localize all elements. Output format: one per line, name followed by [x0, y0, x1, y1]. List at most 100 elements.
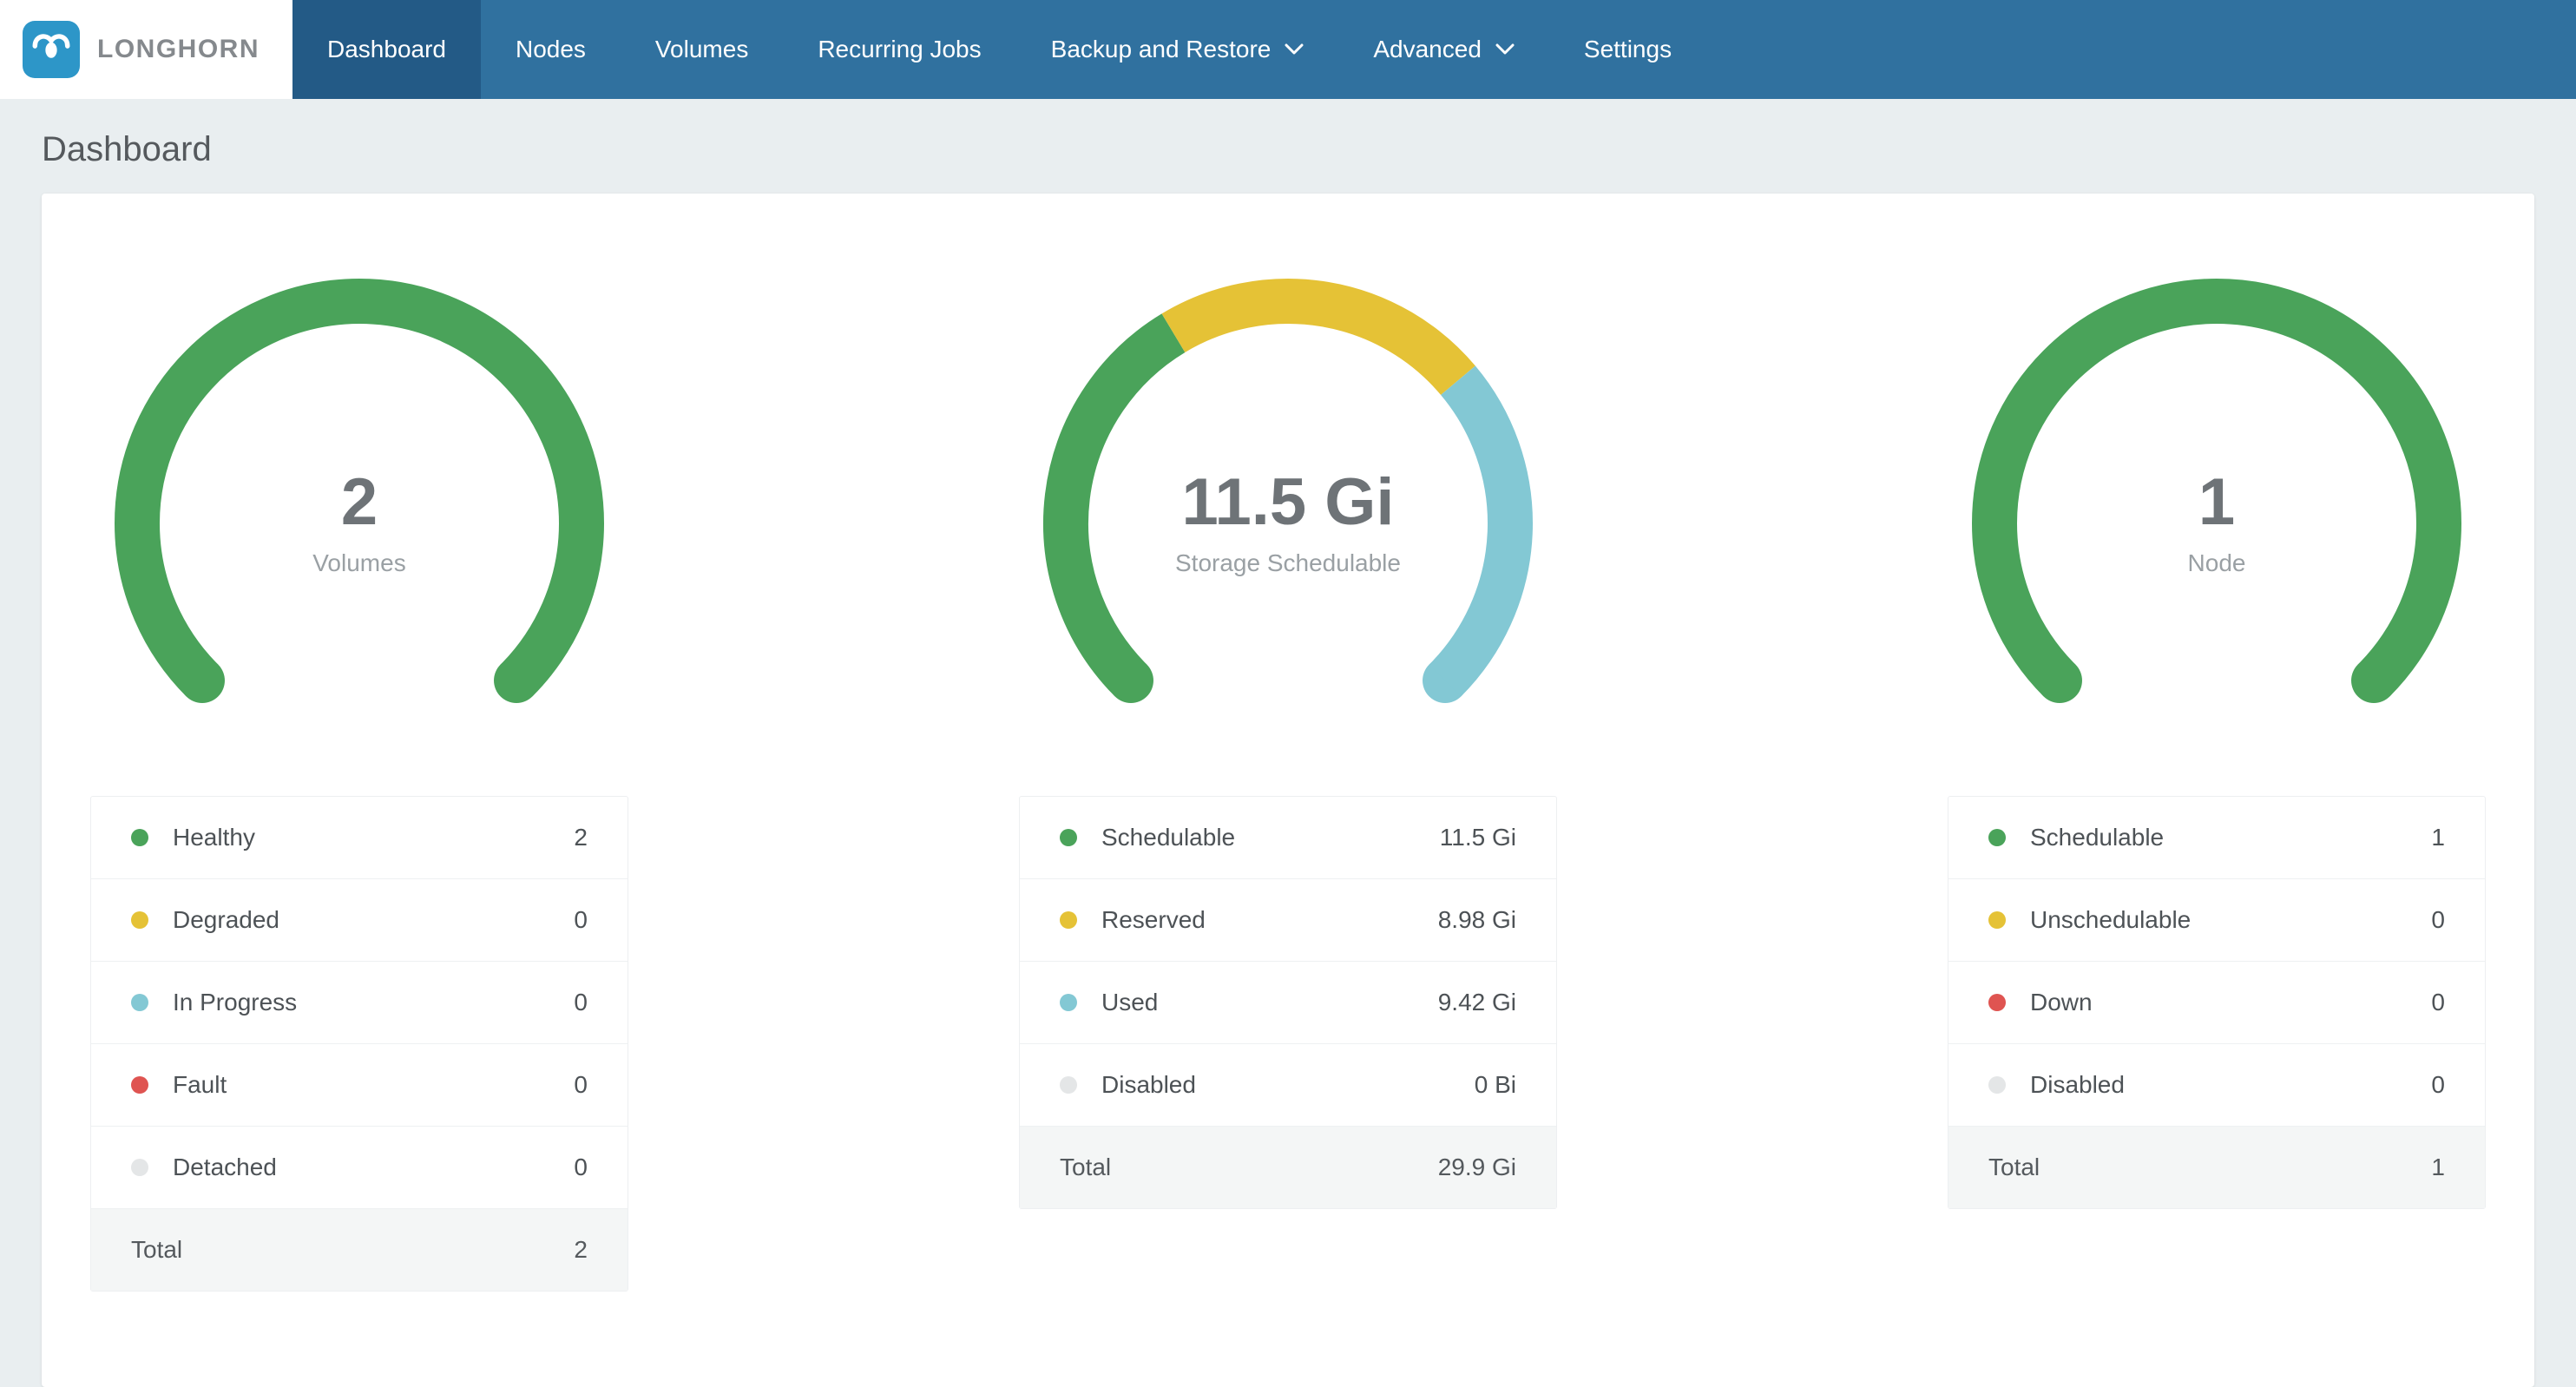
brand-name: LONGHORN [97, 35, 260, 64]
legend-table: Schedulable 1 Unschedulable 0 Down 0 Dis… [1948, 796, 2486, 1209]
chevron-down-icon [1285, 43, 1304, 56]
legend-row: Detached 0 [91, 1127, 628, 1209]
legend-row: Fault 0 [91, 1044, 628, 1127]
page-body: Dashboard 2 Volumes Healthy 2 Degraded 0… [0, 99, 2576, 1387]
nav-item-advanced[interactable]: Advanced [1338, 0, 1549, 99]
legend-row: In Progress 0 [91, 962, 628, 1044]
legend-row-label: Down [2030, 989, 2093, 1016]
legend-table: Healthy 2 Degraded 0 In Progress 0 Fault… [90, 796, 628, 1292]
legend-total-value: 1 [2431, 1154, 2445, 1181]
legend-row-value: 8.98 Gi [1438, 906, 1516, 934]
legend-dot-icon [1988, 994, 2006, 1011]
legend-row-value: 2 [574, 824, 588, 851]
legend-row-label: In Progress [173, 989, 297, 1016]
legend-total-label: Total [131, 1236, 182, 1264]
legend-total-row: Total 1 [1948, 1127, 2485, 1208]
legend-dot-icon [131, 1076, 148, 1094]
legend-dot-icon [131, 829, 148, 846]
legend-dot-icon [1988, 829, 2006, 846]
legend-total-row: Total 29.9 Gi [1020, 1127, 1556, 1208]
legend-row: Disabled 0 [1948, 1044, 2485, 1127]
legend-dot-icon [1060, 1076, 1077, 1094]
legend-row-value: 0 [2431, 906, 2445, 934]
legend-row-value: 0 Bi [1475, 1071, 1516, 1099]
legend-row: Degraded 0 [91, 879, 628, 962]
legend-row: Unschedulable 0 [1948, 879, 2485, 962]
legend-dot-icon [131, 1159, 148, 1176]
nav-item-volumes[interactable]: Volumes [621, 0, 783, 99]
legend-dot-icon [1060, 994, 1077, 1011]
legend-rows: Healthy 2 Degraded 0 In Progress 0 Fault… [91, 797, 628, 1209]
gauge-panel-storage: 11.5 Gi Storage Schedulable Schedulable … [1019, 263, 1557, 1292]
legend-row: Schedulable 1 [1948, 797, 2485, 879]
nav-item-label: Advanced [1373, 36, 1482, 63]
nav-item-label: Settings [1584, 36, 1672, 63]
legend-total-label: Total [1988, 1154, 2040, 1181]
legend-row-label: Fault [173, 1071, 227, 1099]
dashboard-card: 2 Volumes Healthy 2 Degraded 0 In Progre… [42, 194, 2534, 1387]
nav-item-label: Backup and Restore [1051, 36, 1272, 63]
legend-row-label: Disabled [2030, 1071, 2125, 1099]
nav-item-label: Volumes [655, 36, 748, 63]
legend-row-label: Detached [173, 1154, 277, 1181]
legend-row: Used 9.42 Gi [1020, 962, 1556, 1044]
legend-row-value: 0 [574, 1071, 588, 1099]
legend-row: Healthy 2 [91, 797, 628, 879]
longhorn-app: LONGHORN Dashboard Nodes Volumes Recurri… [0, 0, 2576, 1387]
gauge-wrap: 11.5 Gi Storage Schedulable [1028, 263, 1548, 784]
nav-item-recurring-jobs[interactable]: Recurring Jobs [783, 0, 1015, 99]
gauge-chart [1956, 263, 2477, 784]
longhorn-logo-icon [23, 21, 80, 78]
nav-item-label: Recurring Jobs [818, 36, 981, 63]
brand[interactable]: LONGHORN [0, 0, 292, 99]
legend-row: Reserved 8.98 Gi [1020, 879, 1556, 962]
legend-row-label: Disabled [1101, 1071, 1196, 1099]
legend-total-label: Total [1060, 1154, 1111, 1181]
legend-row: Disabled 0 Bi [1020, 1044, 1556, 1127]
legend-total-value: 29.9 Gi [1438, 1154, 1516, 1181]
legend-dot-icon [1060, 829, 1077, 846]
nav-item-nodes[interactable]: Nodes [481, 0, 621, 99]
legend-row: Schedulable 11.5 Gi [1020, 797, 1556, 879]
legend-row-value: 0 [2431, 989, 2445, 1016]
gauge-wrap: 1 Node [1956, 263, 2477, 784]
legend-row-value: 1 [2431, 824, 2445, 851]
legend-total-row: Total 2 [91, 1209, 628, 1291]
page-title: Dashboard [0, 99, 2576, 194]
legend-row-label: Schedulable [1101, 824, 1235, 851]
top-navbar: LONGHORN Dashboard Nodes Volumes Recurri… [0, 0, 2576, 99]
nav-item-label: Dashboard [327, 36, 446, 63]
gauge-chart [1028, 263, 1548, 784]
legend-row-value: 0 [2431, 1071, 2445, 1099]
legend-dot-icon [1988, 911, 2006, 929]
nav-item-settings[interactable]: Settings [1549, 0, 1706, 99]
legend-rows: Schedulable 11.5 Gi Reserved 8.98 Gi Use… [1020, 797, 1556, 1127]
legend-row-label: Unschedulable [2030, 906, 2191, 934]
nav-item-label: Nodes [516, 36, 586, 63]
main-nav: Dashboard Nodes Volumes Recurring Jobs B [292, 0, 1706, 99]
legend-row-value: 0 [574, 989, 588, 1016]
legend-row: Down 0 [1948, 962, 2485, 1044]
gauge-chart [99, 263, 620, 784]
legend-row-label: Degraded [173, 906, 279, 934]
gauge-panel-volumes: 2 Volumes Healthy 2 Degraded 0 In Progre… [90, 263, 628, 1292]
legend-dot-icon [131, 994, 148, 1011]
legend-row-value: 11.5 Gi [1440, 824, 1516, 851]
nav-item-backup-and-restore[interactable]: Backup and Restore [1016, 0, 1339, 99]
legend-row-label: Used [1101, 989, 1158, 1016]
legend-row-label: Reserved [1101, 906, 1206, 934]
chevron-down-icon [1495, 43, 1515, 56]
legend-rows: Schedulable 1 Unschedulable 0 Down 0 Dis… [1948, 797, 2485, 1127]
legend-row-label: Schedulable [2030, 824, 2164, 851]
legend-dot-icon [131, 911, 148, 929]
legend-row-value: 0 [574, 906, 588, 934]
legend-row-value: 9.42 Gi [1438, 989, 1516, 1016]
legend-row-label: Healthy [173, 824, 255, 851]
legend-table: Schedulable 11.5 Gi Reserved 8.98 Gi Use… [1019, 796, 1557, 1209]
legend-dot-icon [1060, 911, 1077, 929]
gauge-wrap: 2 Volumes [99, 263, 620, 784]
legend-total-value: 2 [574, 1236, 588, 1264]
nav-item-dashboard[interactable]: Dashboard [292, 0, 481, 99]
legend-dot-icon [1988, 1076, 2006, 1094]
legend-row-value: 0 [574, 1154, 588, 1181]
